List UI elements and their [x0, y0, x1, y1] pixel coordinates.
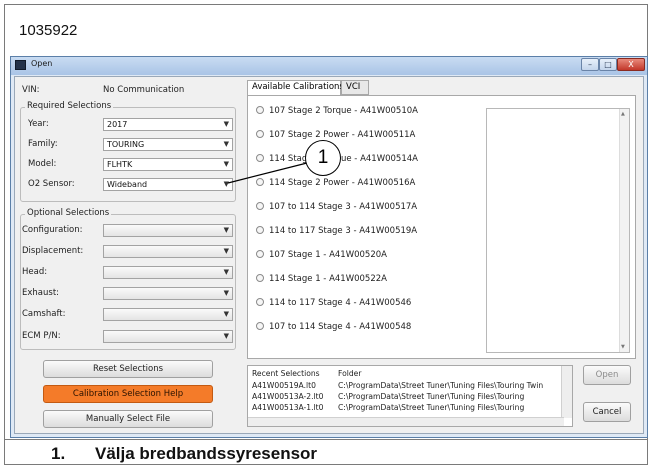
callout-leader-line: [227, 162, 308, 184]
callout-marker: 1: [305, 140, 341, 176]
caption-text: Välja bredbandssyresensor: [95, 444, 318, 463]
figure-caption: 1. Välja bredbandssyresensor: [5, 439, 648, 465]
caption-number: 1.: [51, 444, 66, 463]
